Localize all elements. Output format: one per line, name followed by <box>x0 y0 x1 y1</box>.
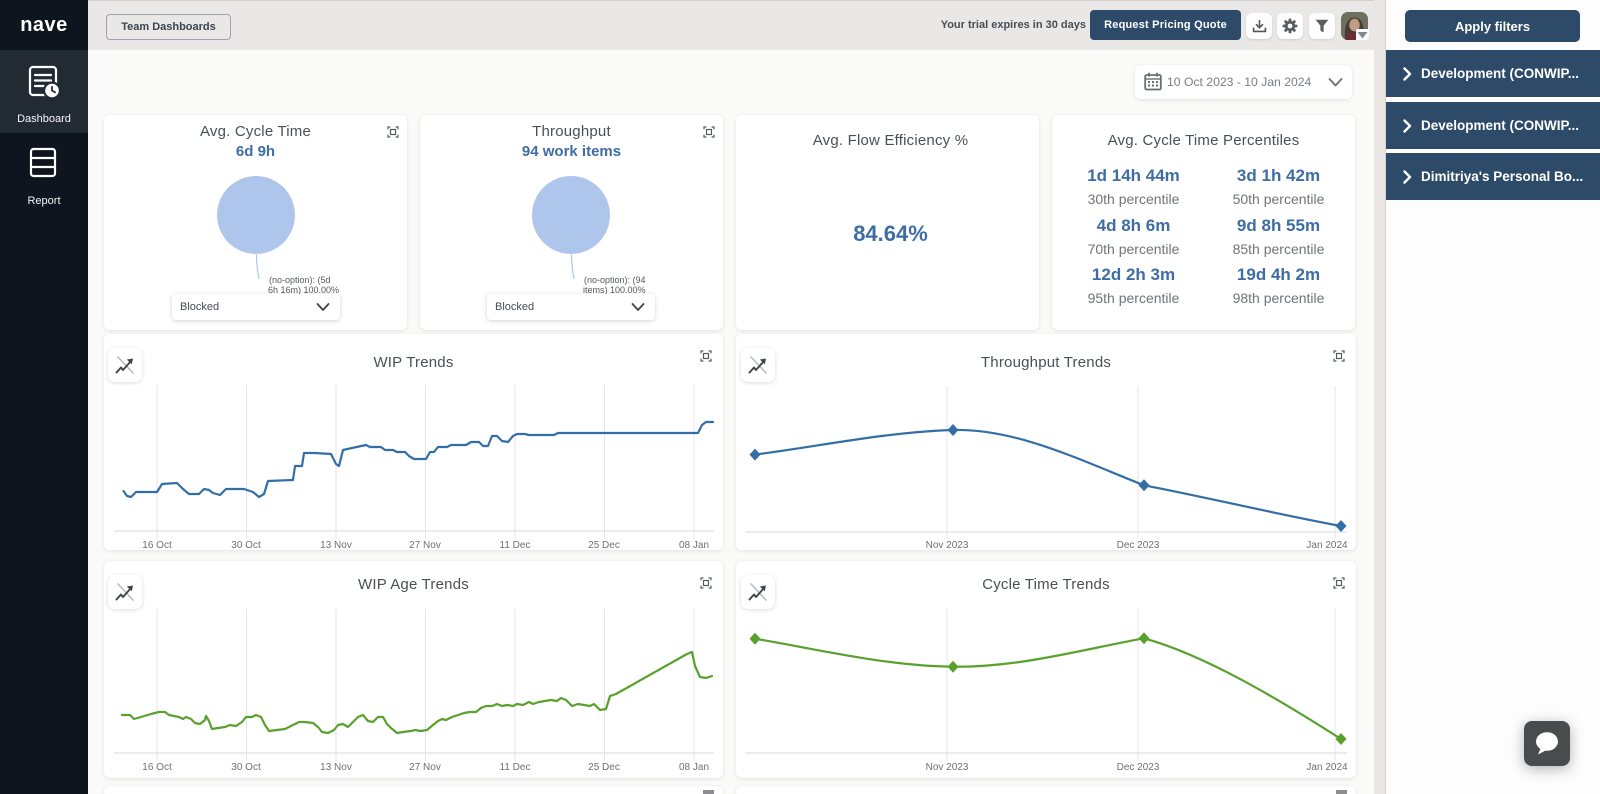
svg-text:13 Nov: 13 Nov <box>320 762 352 773</box>
svg-text:Jan 2024: Jan 2024 <box>1306 540 1348 550</box>
svg-text:08 Jan: 08 Jan <box>679 540 709 550</box>
svg-text:30 Oct: 30 Oct <box>231 762 261 773</box>
svg-text:25 Dec: 25 Dec <box>588 540 620 550</box>
svg-text:16 Oct: 16 Oct <box>142 762 172 773</box>
svg-text:11 Dec: 11 Dec <box>500 762 531 773</box>
svg-text:27 Nov: 27 Nov <box>409 540 441 550</box>
svg-text:25 Dec: 25 Dec <box>588 762 620 773</box>
svg-text:(no-option): (5d: (no-option): (5d <box>269 275 331 285</box>
svg-text:Dec 2023: Dec 2023 <box>1117 540 1160 550</box>
svg-text:Dec 2023: Dec 2023 <box>1117 762 1160 773</box>
svg-text:16 Oct: 16 Oct <box>142 540 172 550</box>
svg-text:Nov 2023: Nov 2023 <box>926 762 969 773</box>
svg-text:30 Oct: 30 Oct <box>231 540 261 550</box>
svg-text:Nov 2023: Nov 2023 <box>926 540 969 550</box>
svg-text:13 Nov: 13 Nov <box>320 540 352 550</box>
svg-text:Jan 2024: Jan 2024 <box>1306 762 1348 773</box>
svg-text:11 Dec: 11 Dec <box>500 540 531 550</box>
svg-text:27 Nov: 27 Nov <box>409 762 441 773</box>
svg-text:(no-option): (94: (no-option): (94 <box>584 275 646 285</box>
svg-text:08 Jan: 08 Jan <box>679 762 709 773</box>
